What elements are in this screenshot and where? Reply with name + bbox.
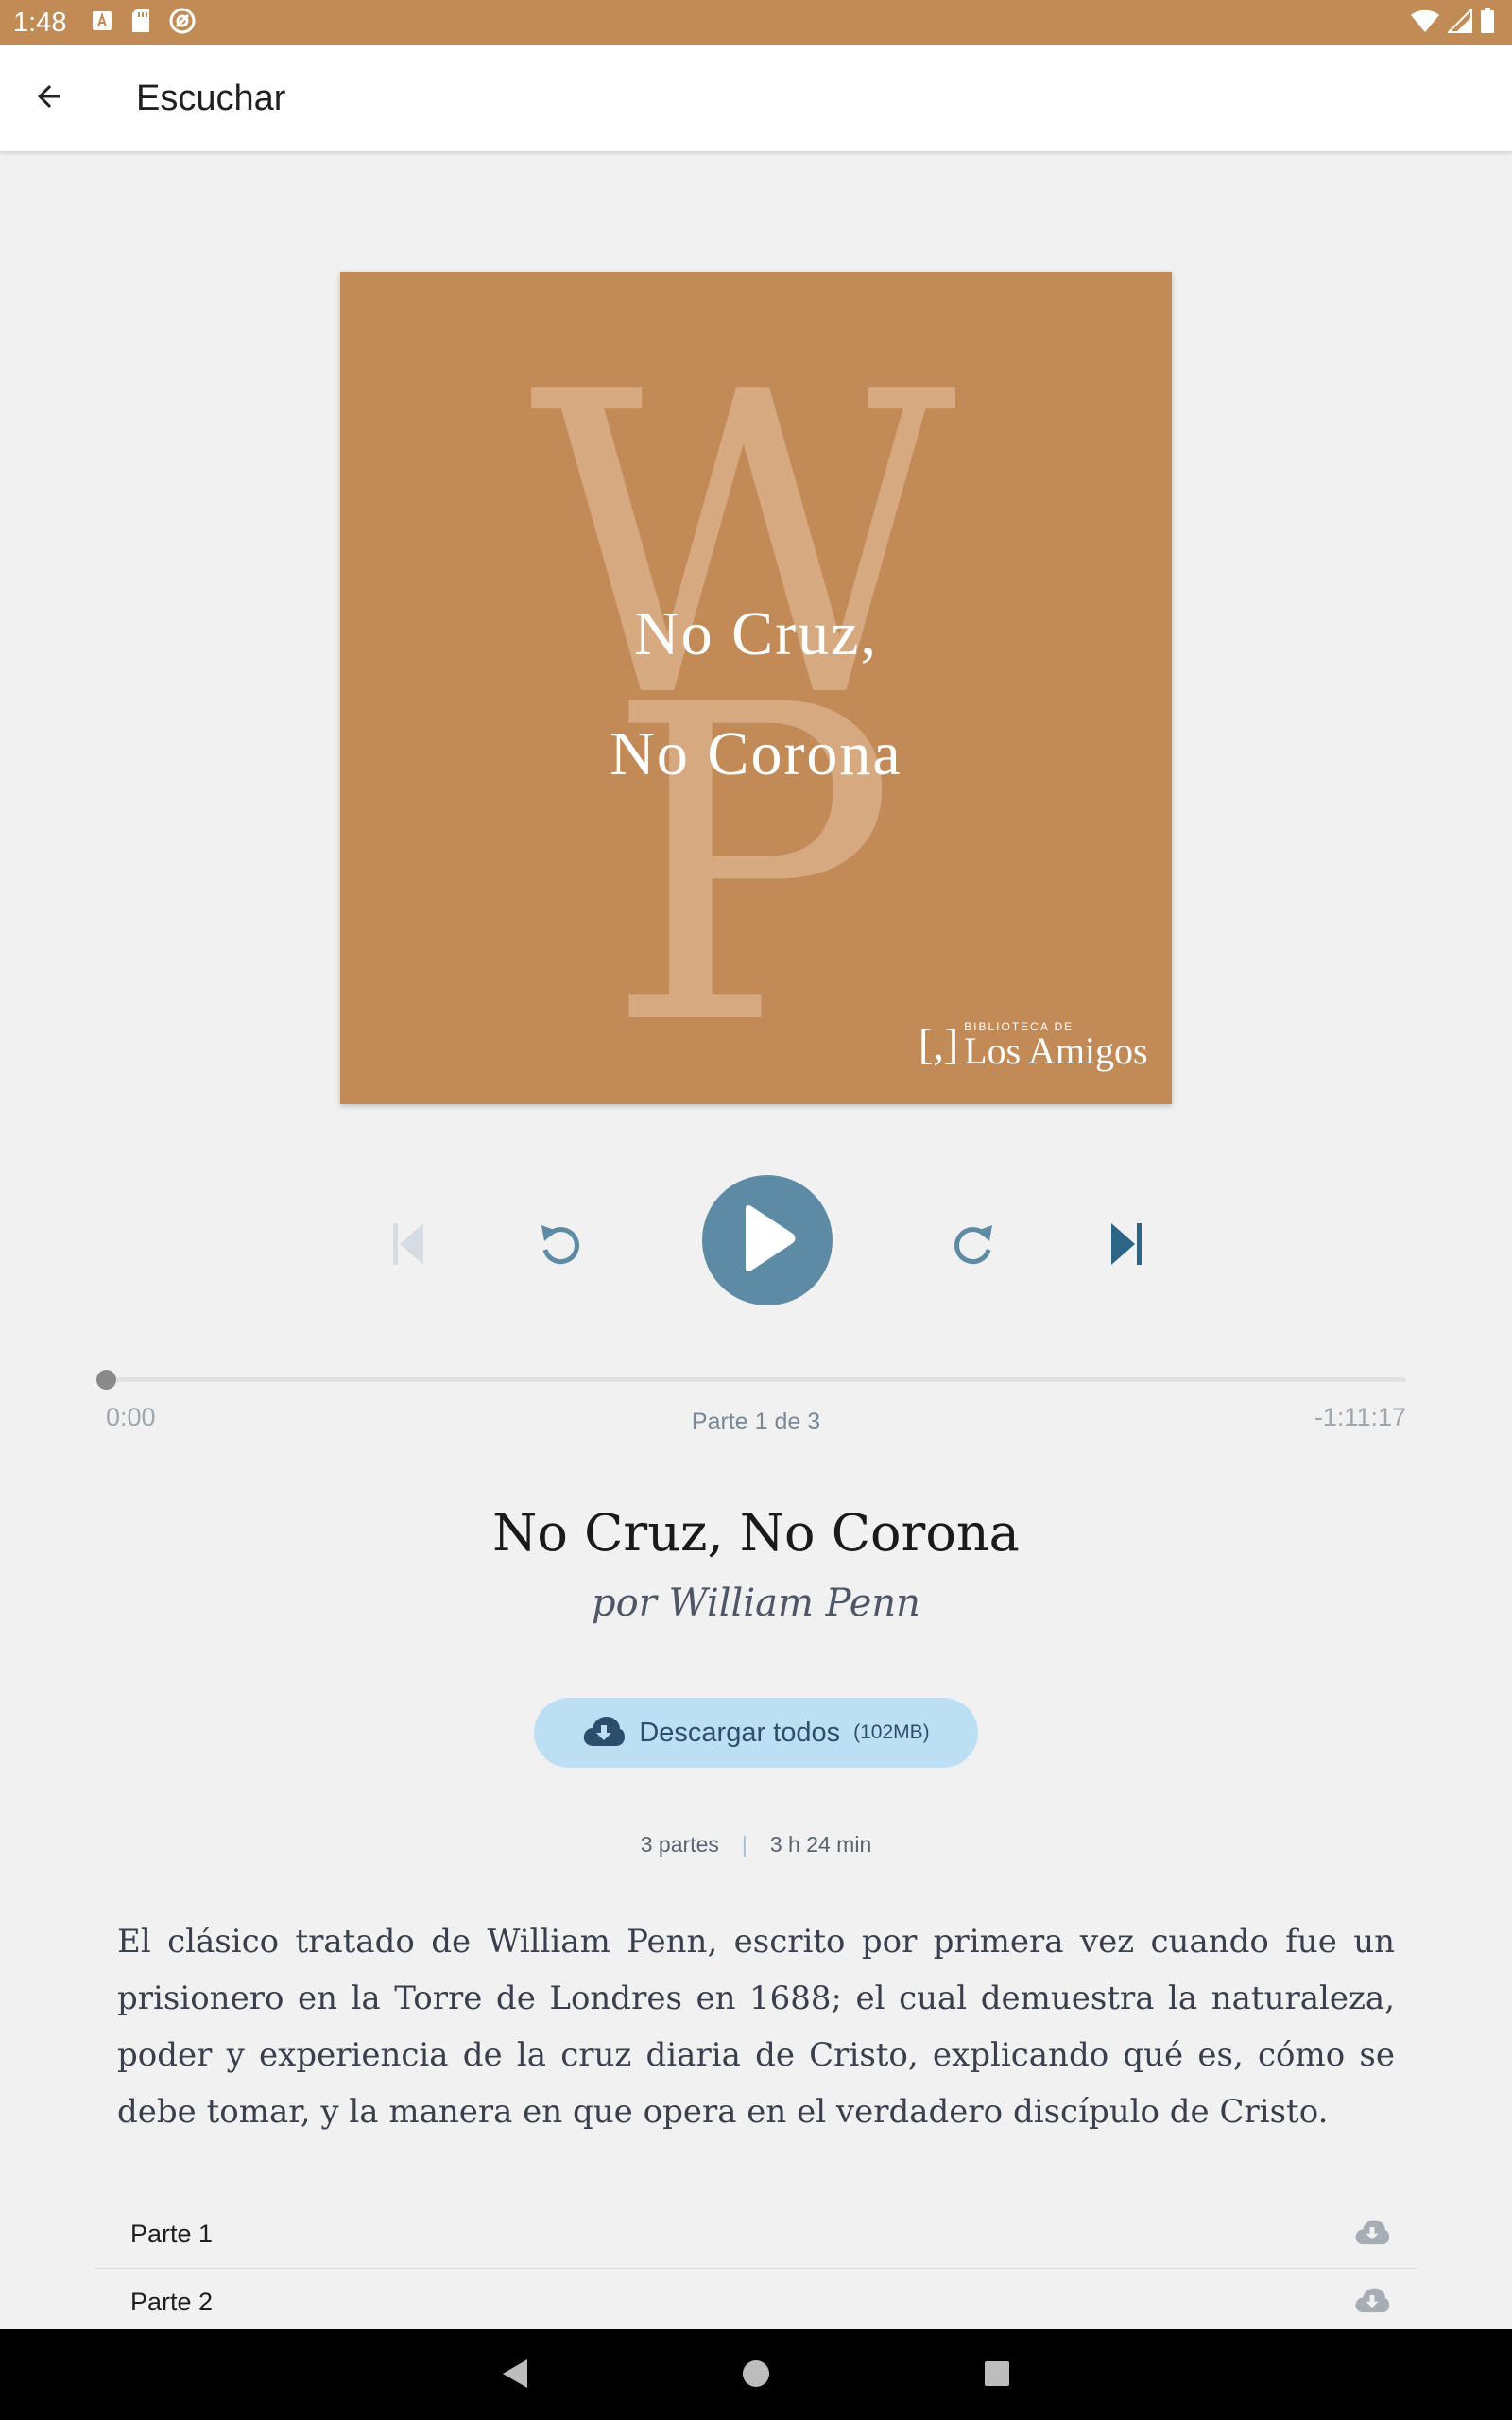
publisher-logo-mark: [,] [919, 1020, 959, 1068]
play-icon [736, 1203, 799, 1278]
book-title: No Cruz, No Corona [492, 1503, 1020, 1563]
book-description: El clásico tratado de William Penn, escr… [117, 1923, 1395, 2131]
meta-separator: | [741, 1832, 747, 1857]
skip-previous-button[interactable] [383, 1218, 434, 1274]
back-button[interactable] [25, 74, 74, 123]
cloud-download-icon[interactable] [1353, 2218, 1391, 2246]
home-circle-icon [742, 2360, 770, 2393]
back-triangle-icon [501, 2358, 529, 2394]
wifi-icon [1410, 9, 1440, 38]
publisher-name: Los Amigos [964, 1028, 1148, 1072]
parts-count: 3 partes [640, 1832, 719, 1857]
signal-icon [1446, 7, 1472, 38]
part-indicator: Parte 1 de 3 [691, 1409, 821, 1435]
progress-thumb[interactable] [96, 1370, 116, 1390]
cloud-download-icon [582, 1715, 626, 1752]
book-cover: W P No Cruz, No Corona [,] BIBLIOTECA DE… [340, 272, 1172, 1104]
cloud-download-icon[interactable] [1353, 2286, 1391, 2314]
part-label: Parte 2 [130, 2288, 214, 2316]
play-button[interactable] [702, 1175, 833, 1305]
skip-next-icon [1110, 1221, 1143, 1271]
nav-recents-button[interactable] [973, 2352, 1021, 2399]
download-all-button[interactable]: Descargar todos (102MB) [534, 1698, 978, 1768]
download-all-label: Descargar todos [639, 1717, 841, 1748]
page-title: Escuchar [136, 78, 286, 118]
list-item[interactable]: Parte 2 [94, 2269, 1418, 2336]
status-bar: 1:48 [0, 0, 1512, 45]
cover-monogram-p: P [605, 614, 898, 1104]
cover-title-line-2: No Corona [610, 719, 902, 788]
battery-icon [1480, 7, 1495, 39]
skip-next-button[interactable] [1101, 1218, 1152, 1274]
list-item[interactable]: Parte 1 [94, 2201, 1418, 2269]
app-bar: Escuchar [0, 45, 1512, 151]
book-author: por William Penn [592, 1582, 920, 1625]
parts-list: Parte 1 Parte 2 [94, 2201, 1418, 2336]
system-nav-bar [0, 2329, 1512, 2420]
arrow-left-icon [32, 79, 66, 118]
status-time: 1:48 [13, 7, 67, 38]
download-all-size: (102MB) [853, 1721, 930, 1743]
cover-title-line-1: No Cruz, [634, 599, 878, 668]
publisher-logo: [,] BIBLIOTECA DE Los Amigos [919, 1019, 1148, 1072]
time-remaining: -1:11:17 [1314, 1403, 1406, 1431]
book-meta: 3 partes | 3 h 24 min [0, 1832, 1512, 1858]
sync-circle-icon [168, 7, 197, 40]
recents-square-icon [984, 2360, 1010, 2392]
fast-forward-button[interactable] [945, 1219, 1002, 1276]
nav-back-button[interactable] [491, 2352, 539, 2399]
font-a-icon [91, 9, 113, 37]
rewind-button[interactable] [532, 1219, 589, 1276]
progress-slider[interactable] [96, 1370, 1406, 1390]
sd-card-icon [130, 9, 151, 38]
part-label: Parte 1 [130, 2220, 214, 2248]
rewind-icon [536, 1221, 585, 1275]
status-left-icons [91, 7, 197, 40]
skip-previous-icon [392, 1221, 424, 1271]
fast-forward-icon [949, 1221, 998, 1275]
nav-home-button[interactable] [732, 2352, 780, 2399]
total-duration: 3 h 24 min [769, 1832, 872, 1857]
status-right-icons [1410, 0, 1495, 45]
